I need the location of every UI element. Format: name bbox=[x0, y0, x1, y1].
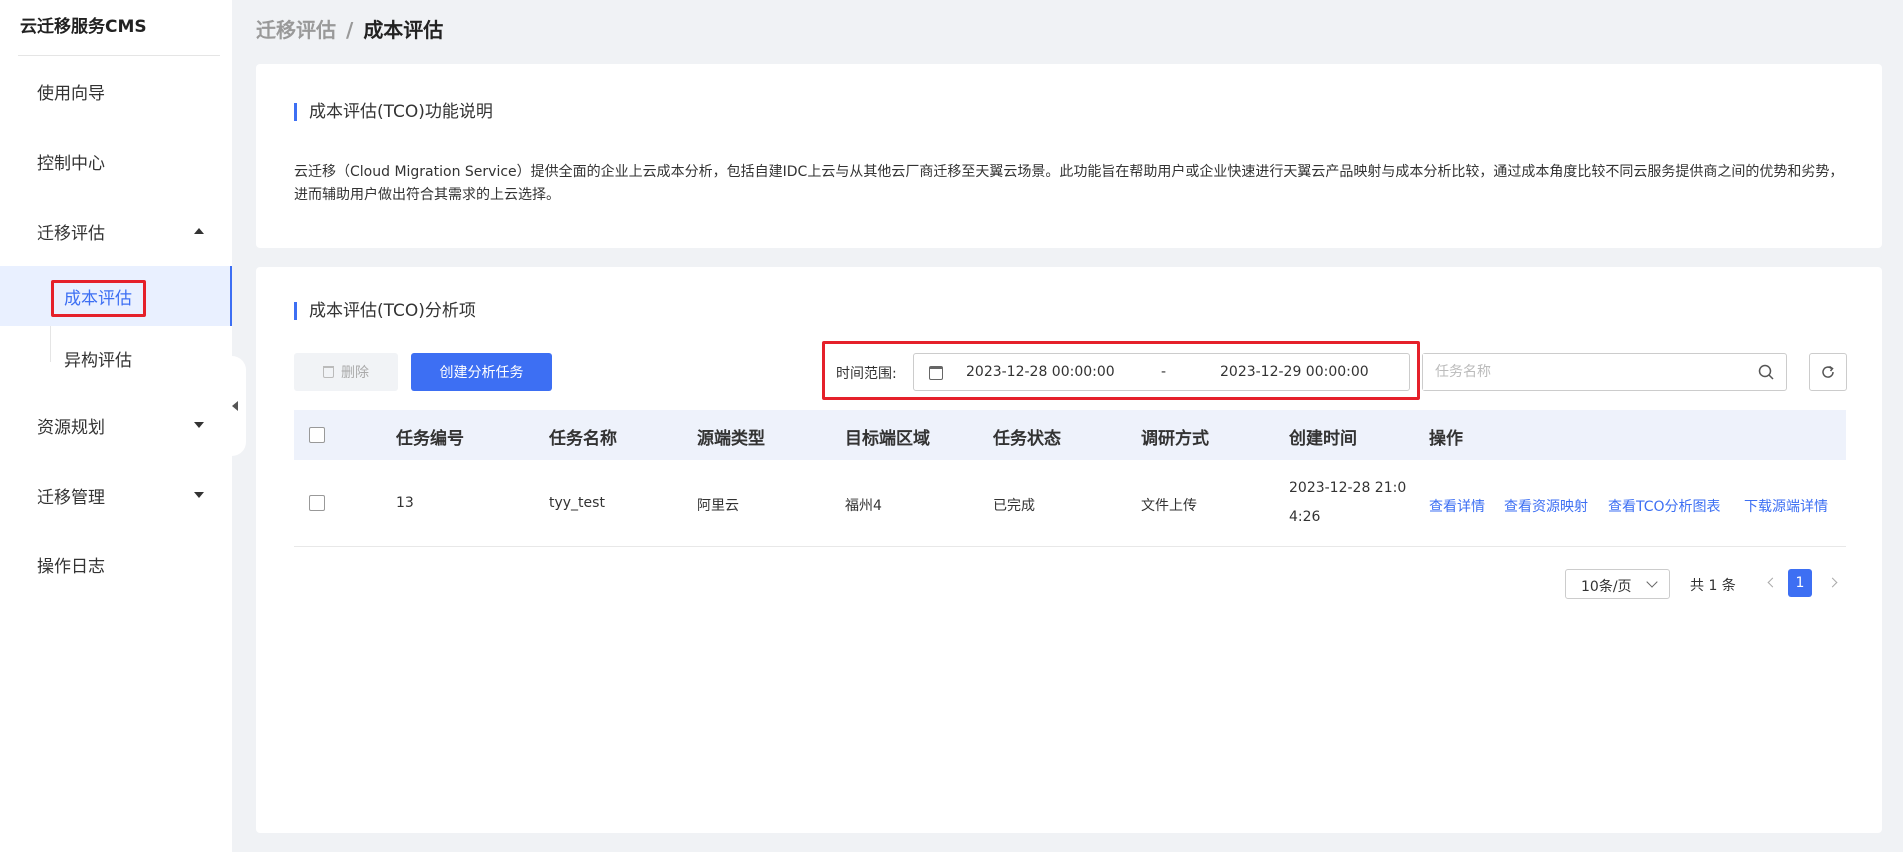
refresh-button[interactable] bbox=[1809, 353, 1847, 391]
page-size-value: 10条/页 bbox=[1581, 579, 1632, 595]
row-checkbox[interactable] bbox=[309, 495, 325, 511]
column-header: 目标端区域 bbox=[845, 429, 930, 449]
column-header: 源端类型 bbox=[697, 429, 765, 449]
intro-description: 云迁移（Cloud Migration Service）提供全面的企业上云成本分… bbox=[294, 164, 1844, 203]
sidebar: 云迁移服务CMS 使用向导 控制中心 迁移评估 成本评估 异构评估 资源规划 迁… bbox=[0, 0, 232, 852]
highlight-box bbox=[822, 341, 1420, 400]
highlight-box bbox=[51, 280, 146, 317]
sidebar-item-label: 迁移管理 bbox=[37, 487, 105, 508]
analysis-card: 成本评估(TCO)分析项 删除 创建分析任务 时间范围: 2023-12-28 … bbox=[256, 267, 1882, 833]
sidebar-item-migration-assessment[interactable]: 迁移评估 bbox=[0, 207, 232, 255]
page-size-select[interactable]: 10条/页 bbox=[1565, 569, 1670, 599]
sidebar-item-label: 控制中心 bbox=[37, 153, 105, 174]
sidebar-item-operation-log[interactable]: 操作日志 bbox=[0, 540, 232, 588]
total-count: 共 1 条 bbox=[1690, 578, 1736, 594]
column-header: 操作 bbox=[1429, 429, 1463, 449]
search-input[interactable] bbox=[1423, 354, 1723, 390]
breadcrumb-separator: / bbox=[346, 18, 354, 42]
task-name: tyy_test bbox=[549, 495, 605, 511]
search-icon[interactable] bbox=[1758, 364, 1774, 380]
task-name-search[interactable] bbox=[1422, 353, 1787, 391]
trash-icon bbox=[323, 366, 334, 378]
source-type: 阿里云 bbox=[697, 498, 739, 514]
created-time-line2: 4:26 bbox=[1289, 509, 1321, 525]
collapse-arrow-icon bbox=[232, 401, 238, 411]
sidebar-item-console[interactable]: 控制中心 bbox=[0, 137, 232, 185]
app-title: 云迁移服务CMS bbox=[18, 0, 220, 56]
view-details-link[interactable]: 查看详情 bbox=[1429, 496, 1485, 516]
task-id: 13 bbox=[396, 495, 414, 511]
sidebar-item-label: 迁移评估 bbox=[37, 223, 105, 244]
caret-up-icon bbox=[194, 228, 204, 234]
create-task-button[interactable]: 创建分析任务 bbox=[411, 353, 552, 391]
breadcrumb: 迁移评估 / 成本评估 bbox=[256, 14, 443, 43]
sidebar-item-resource-planning[interactable]: 资源规划 bbox=[0, 401, 232, 449]
delete-button[interactable]: 删除 bbox=[294, 353, 398, 391]
table-header: 任务编号 任务名称 源端类型 目标端区域 任务状态 调研方式 创建时间 操作 bbox=[294, 410, 1846, 460]
sidebar-item-label: 异构评估 bbox=[64, 350, 132, 371]
breadcrumb-current: 成本评估 bbox=[363, 18, 444, 42]
delete-label: 删除 bbox=[341, 365, 369, 381]
sidebar-item-migration-management[interactable]: 迁移管理 bbox=[0, 471, 232, 519]
column-header: 任务编号 bbox=[396, 429, 464, 449]
sidebar-item-heterogeneous-assessment[interactable]: 异构评估 bbox=[0, 328, 232, 388]
task-status: 已完成 bbox=[993, 498, 1035, 514]
sidebar-item-label: 资源规划 bbox=[37, 417, 105, 438]
refresh-icon bbox=[1822, 365, 1834, 378]
intro-card: 成本评估(TCO)功能说明 云迁移（Cloud Migration Servic… bbox=[256, 64, 1882, 248]
breadcrumb-parent[interactable]: 迁移评估 bbox=[256, 18, 336, 42]
next-page-icon[interactable] bbox=[1827, 577, 1838, 588]
caret-down-icon bbox=[194, 492, 204, 498]
prev-page-icon[interactable] bbox=[1767, 577, 1778, 588]
column-header: 任务状态 bbox=[993, 429, 1061, 449]
sidebar-collapse-button[interactable] bbox=[224, 356, 246, 456]
sidebar-item-label: 操作日志 bbox=[37, 556, 105, 577]
select-all-checkbox[interactable] bbox=[309, 427, 325, 443]
sidebar-item-guide[interactable]: 使用向导 bbox=[0, 67, 232, 115]
create-task-label: 创建分析任务 bbox=[439, 365, 524, 381]
created-time-line1: 2023-12-28 21:0 bbox=[1289, 480, 1407, 496]
analysis-title: 成本评估(TCO)分析项 bbox=[294, 302, 476, 320]
view-tco-chart-link[interactable]: 查看TCO分析图表 bbox=[1608, 496, 1721, 516]
download-source-details-link[interactable]: 下载源端详情 bbox=[1744, 496, 1828, 516]
survey-method: 文件上传 bbox=[1141, 498, 1197, 514]
page-button-current[interactable]: 1 bbox=[1788, 569, 1812, 597]
column-header: 任务名称 bbox=[549, 429, 617, 449]
chevron-down-icon bbox=[1646, 576, 1658, 588]
target-region: 福州4 bbox=[845, 498, 882, 514]
sidebar-item-label: 使用向导 bbox=[37, 83, 105, 104]
view-resource-mapping-link[interactable]: 查看资源映射 bbox=[1504, 496, 1588, 516]
caret-down-icon bbox=[194, 422, 204, 428]
table-row: 13 tyy_test 阿里云 福州4 已完成 文件上传 2023-12-28 … bbox=[294, 460, 1846, 547]
column-header: 创建时间 bbox=[1289, 429, 1357, 449]
column-header: 调研方式 bbox=[1141, 429, 1209, 449]
intro-title: 成本评估(TCO)功能说明 bbox=[294, 103, 493, 121]
